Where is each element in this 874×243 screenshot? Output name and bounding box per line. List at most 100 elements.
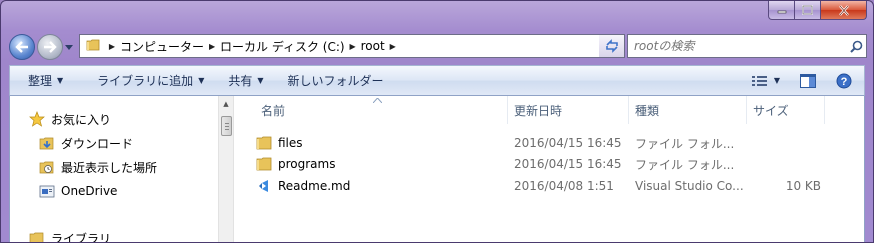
column-headers: 名前 更新日時 種類 サイズ [237, 96, 864, 124]
column-header-name[interactable]: 名前 [255, 96, 508, 124]
navigation-scrollbar[interactable]: ▲ [218, 96, 234, 242]
minimize-button[interactable] [768, 1, 795, 20]
svg-text:?: ? [841, 76, 848, 88]
nav-item-label: 最近表示した場所 [61, 160, 158, 175]
column-header-type[interactable]: 種類 [629, 96, 747, 124]
search-input[interactable] [634, 39, 846, 53]
breadcrumb-local-disk[interactable]: ローカル ディスク (C:) [220, 38, 345, 55]
share-menu[interactable]: 共有 ▼ [218, 66, 273, 95]
navigation-bar: ▶ コンピューター ▶ ローカル ディスク (C:) ▶ root ▶ [9, 31, 867, 63]
scrollbar-thumb[interactable] [221, 116, 232, 136]
maximize-icon [802, 5, 813, 15]
folder-icon [86, 38, 104, 55]
file-row[interactable]: programs 2016/04/15 16:45 ファイル フォル... [237, 154, 864, 174]
library-icon [28, 229, 46, 242]
file-row[interactable]: files 2016/04/15 16:45 ファイル フォル... [237, 133, 864, 153]
file-size [749, 133, 821, 153]
chevron-down-icon: ▼ [198, 76, 205, 85]
refresh-icon [605, 39, 618, 53]
file-modified: 2016/04/15 16:45 [514, 136, 622, 150]
scroll-up-icon[interactable]: ▲ [219, 96, 233, 112]
file-name-cell: programs [255, 154, 335, 174]
maximize-button[interactable] [795, 1, 821, 20]
thumb-grip [225, 123, 229, 124]
star-icon [28, 110, 46, 128]
file-type: Visual Studio Co... [635, 179, 744, 193]
vscode-file-icon [255, 178, 273, 194]
new-folder-button[interactable]: 新しいフォルダー [278, 66, 394, 95]
nav-item-label: OneDrive [61, 184, 118, 198]
search-box[interactable] [627, 34, 867, 58]
thumb-grip [225, 126, 229, 127]
breadcrumb-separator-icon[interactable]: ▶ [104, 42, 120, 51]
address-bar[interactable]: ▶ コンピューター ▶ ローカル ディスク (C:) ▶ root ▶ [79, 34, 625, 58]
view-tools: ▼ ? [746, 69, 864, 93]
breadcrumb-separator-icon[interactable]: ▶ [345, 42, 361, 51]
file-type: ファイル フォル... [635, 157, 735, 172]
file-name: Readme.md [278, 179, 351, 193]
breadcrumb-separator-icon[interactable]: ▶ [204, 42, 220, 51]
help-button[interactable]: ? [830, 69, 858, 93]
nav-item-label: ダウンロード [61, 136, 134, 151]
view-details-icon [751, 75, 767, 86]
file-modified: 2016/04/15 16:45 [514, 157, 622, 171]
file-name: programs [278, 157, 336, 171]
breadcrumb-separator-icon[interactable]: ▶ [385, 42, 401, 51]
nav-item-favorites[interactable]: お気に入り [28, 108, 111, 130]
onedrive-icon [38, 182, 56, 200]
recent-pages-button[interactable] [63, 34, 75, 60]
navigation-pane: お気に入り ダウンロード 最近表示した場所 OneDrive ライブラリ [10, 96, 218, 242]
file-row[interactable]: Readme.md 2016/04/08 1:51 Visual Studio … [237, 176, 864, 196]
nav-item-label: お気に入り [51, 112, 112, 127]
downloads-folder-icon [38, 134, 56, 152]
file-name-cell: Readme.md [255, 176, 350, 196]
folder-icon [255, 135, 273, 151]
close-button[interactable] [821, 1, 867, 20]
command-bar: 整理 ▼ ライブラリに追加 ▼ 共有 ▼ 新しいフォルダー ▼ ? [9, 65, 865, 96]
breadcrumb-root[interactable]: root [361, 39, 385, 53]
back-button[interactable] [9, 34, 35, 60]
nav-item-onedrive[interactable]: OneDrive [38, 180, 117, 202]
organize-label: 整理 [28, 74, 53, 88]
file-type: ファイル フォル... [635, 136, 735, 151]
column-header-size[interactable]: サイズ [747, 96, 825, 124]
content-area: お気に入り ダウンロード 最近表示した場所 OneDrive ライブラリ ▲ 名… [9, 96, 865, 242]
help-icon: ? [836, 73, 852, 88]
caption-buttons [768, 1, 867, 20]
recent-places-icon [38, 158, 56, 176]
nav-item-recent-places[interactable]: 最近表示した場所 [38, 156, 157, 178]
file-name: files [278, 136, 303, 150]
file-modified: 2016/04/08 1:51 [514, 179, 614, 193]
refresh-button[interactable] [599, 34, 625, 58]
organize-menu[interactable]: 整理 ▼ [10, 66, 73, 95]
chevron-down-icon: ▼ [257, 76, 264, 85]
preview-pane-icon [800, 73, 816, 88]
thumb-grip [225, 129, 229, 130]
column-header-modified[interactable]: 更新日時 [508, 96, 629, 124]
chevron-down-icon: ▼ [57, 76, 64, 85]
file-size: 10 KB [785, 179, 821, 193]
add-to-library-menu[interactable]: ライブラリに追加 ▼ [87, 66, 214, 95]
arrow-right-icon [44, 41, 57, 53]
forward-button[interactable] [37, 34, 63, 60]
chevron-down-icon: ▼ [773, 76, 780, 85]
nav-item-libraries[interactable]: ライブラリ [28, 227, 111, 242]
nav-item-label: ライブラリ [51, 231, 112, 243]
explorer-window: ▶ コンピューター ▶ ローカル ディスク (C:) ▶ root ▶ root… [0, 0, 874, 243]
file-name-cell: files [255, 133, 303, 153]
arrow-left-icon [15, 41, 28, 53]
breadcrumb-computer[interactable]: コンピューター [120, 38, 204, 55]
change-view-button[interactable]: ▼ [746, 69, 786, 93]
preview-pane-button[interactable] [794, 69, 822, 93]
minimize-icon [777, 10, 786, 14]
folder-icon [255, 156, 273, 172]
chevron-down-icon [65, 44, 73, 50]
search-icon[interactable] [846, 40, 866, 53]
close-icon [838, 4, 849, 16]
file-size [749, 154, 821, 174]
file-list: 名前 更新日時 種類 サイズ files 2016/04/15 16:45 ファ… [237, 96, 864, 242]
nav-item-downloads[interactable]: ダウンロード [38, 132, 133, 154]
share-label: 共有 [228, 74, 253, 88]
new-folder-label: 新しいフォルダー [287, 74, 384, 88]
add-to-library-label: ライブラリに追加 [97, 74, 194, 88]
